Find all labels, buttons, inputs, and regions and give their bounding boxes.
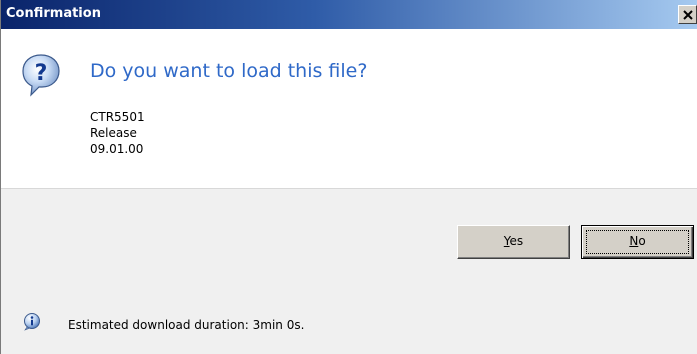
close-icon <box>683 10 693 20</box>
question-icon: ? <box>22 54 60 97</box>
confirmation-dialog: Confirmation ? Do you want to load this … <box>0 0 697 354</box>
focus-ring <box>586 230 689 254</box>
detail-line-file: CTR5501 <box>90 110 145 124</box>
svg-text:?: ? <box>35 61 48 86</box>
detail-line-type: Release <box>90 126 137 140</box>
message-area: ? Do you want to load this file? CTR5501… <box>1 29 697 188</box>
yes-label-rest: es <box>509 234 524 248</box>
file-details: CTR5501 Release 09.01.00 <box>90 109 145 157</box>
detail-line-version: 09.01.00 <box>90 142 144 156</box>
status-text: Estimated download duration: 3min 0s. <box>68 318 305 332</box>
info-icon <box>24 313 40 331</box>
title-bar[interactable]: Confirmation <box>1 0 697 29</box>
no-button[interactable]: No <box>581 225 694 259</box>
footer-panel: Yes No Estimated download duration: 3min… <box>1 188 697 354</box>
yes-button[interactable]: Yes <box>457 225 570 259</box>
close-button[interactable] <box>678 5 697 24</box>
window-title: Confirmation <box>6 6 101 21</box>
question-text: Do you want to load this file? <box>90 60 368 82</box>
